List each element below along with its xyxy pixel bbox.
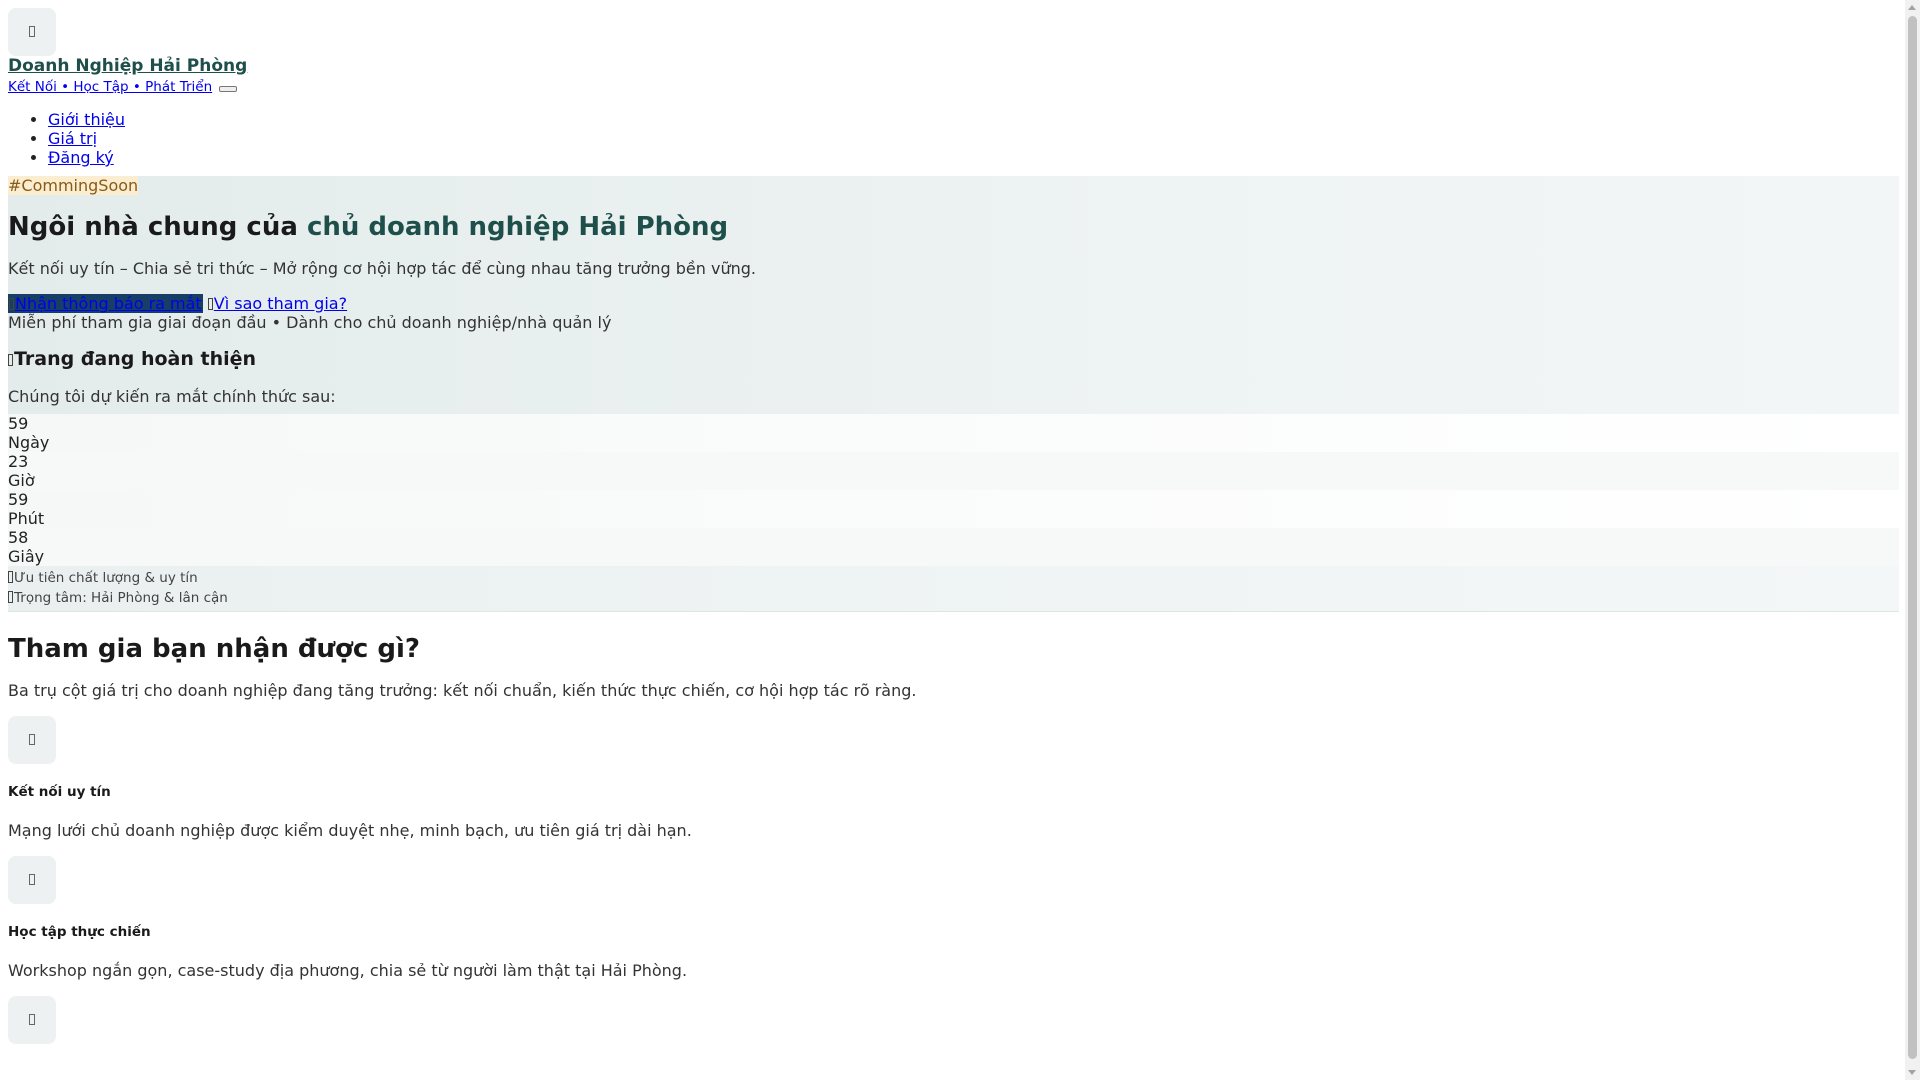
tools-icon	[8, 354, 13, 366]
countdown-hours: 23 Giờ	[8, 452, 1899, 490]
brand-logo-icon[interactable]	[8, 8, 56, 56]
status-title: Trang đang hoàn thiện	[8, 347, 1899, 371]
missing-glyph-icon	[29, 734, 35, 745]
page-scrollbar[interactable]	[1905, 0, 1920, 1080]
nav-item-gia-tri: Giá trị	[48, 129, 1899, 148]
countdown-seconds: 58 Giây	[8, 528, 1899, 566]
benefit-card-learning: Học tập thực chiến Workshop ngắn gọn, ca…	[8, 856, 1899, 982]
scroll-up-icon[interactable]	[1908, 5, 1916, 10]
hero-title-accent: chủ doanh nghiệp Hải Phòng	[306, 212, 729, 242]
countdown-seconds-label: Giây	[8, 547, 45, 566]
nav-item-dang-ky: Đăng ký	[48, 148, 1899, 167]
hero-chips: Ưu tiên chất lượng & uy tín Trọng tâm: H…	[8, 566, 1899, 612]
benefit-card-connect: Kết nối uy tín Mạng lưới chủ doanh nghiệ…	[8, 716, 1899, 842]
benefit-card-title: Kết nối uy tín	[8, 784, 111, 800]
countdown-days: 59 Ngày	[8, 414, 1899, 452]
brand-subtitle-row: Kết Nối • Học Tập • Phát Triển	[8, 76, 1899, 97]
scrollbar-thumb[interactable]	[1908, 16, 1917, 1059]
hero-lead: Kết nối uy tín – Chia sẻ tri thức – Mở r…	[8, 259, 756, 278]
countdown-days-value: 59	[8, 414, 29, 433]
coming-soon-tag: #CommingSoon	[8, 176, 139, 195]
briefcase-icon	[8, 996, 56, 1044]
countdown-minutes-label: Phút	[8, 509, 45, 528]
nav-link-gioi-thieu[interactable]: Giới thiệu	[48, 110, 125, 129]
countdown-hours-label: Giờ	[8, 471, 35, 490]
countdown-minutes-value: 59	[8, 490, 29, 509]
benefits-section: Tham gia bạn nhận được gì? Ba trụ cột gi…	[8, 633, 1899, 1044]
book-icon	[8, 856, 56, 904]
shield-icon	[8, 571, 13, 583]
status-title-text: Trang đang hoàn thiện	[14, 348, 257, 370]
benefits-title: Tham gia bạn nhận được gì?	[8, 634, 420, 664]
site-header: Doanh Nghiệp Hải Phòng Kết Nối • Học Tập…	[8, 8, 1899, 167]
chip-focus: Trọng tâm: Hải Phòng & lân cận	[8, 588, 1899, 608]
cta-row: Nhận thông báo ra mắt Vì sao tham gia?	[8, 294, 1899, 313]
nav-link-dang-ky[interactable]: Đăng ký	[48, 148, 114, 167]
missing-glyph-icon	[29, 1014, 35, 1025]
brand-subtitle[interactable]: Kết Nối • Học Tập • Phát Triển	[8, 78, 212, 97]
countdown-hours-value: 23	[8, 452, 29, 471]
chip-quality: Ưu tiên chất lượng & uy tín	[8, 568, 1899, 588]
missing-glyph-icon	[29, 26, 35, 37]
why-join-label: Vì sao tham gia?	[213, 294, 348, 313]
scroll-down-icon[interactable]	[1908, 1070, 1916, 1075]
main-nav: Giới thiệu Giá trị Đăng ký	[8, 110, 1899, 167]
countdown-seconds-value: 58	[8, 528, 29, 547]
hero-note: Miễn phí tham gia giai đoạn đầu • Dành c…	[8, 313, 612, 332]
bell-icon	[9, 298, 14, 310]
notify-launch-label: Nhận thông báo ra mắt	[15, 294, 202, 313]
notify-launch-button[interactable]: Nhận thông báo ra mắt	[8, 294, 203, 313]
nav-item-gioi-thieu: Giới thiệu	[48, 110, 1899, 129]
countdown: 59 Ngày 23 Giờ 59 Phút 58 Giây	[8, 414, 1899, 566]
launch-text: Chúng tôi dự kiến ra mắt chính thức sau:	[8, 387, 336, 406]
page: Doanh Nghiệp Hải Phòng Kết Nối • Học Tập…	[8, 8, 1899, 1044]
nav-link-gia-tri[interactable]: Giá trị	[48, 129, 97, 148]
chip-focus-text: Trọng tâm: Hải Phòng & lân cận	[14, 590, 228, 606]
benefit-card-title: Học tập thực chiến	[8, 924, 151, 940]
handshake-icon	[8, 716, 56, 764]
countdown-minutes: 59 Phút	[8, 490, 1899, 528]
hero-title: Ngôi nhà chung của chủ doanh nghiệp Hải …	[8, 211, 1899, 243]
hero-section: #CommingSoon Ngôi nhà chung của chủ doan…	[8, 176, 1899, 414]
benefit-card-text: Workshop ngắn gọn, case-study địa phương…	[8, 961, 688, 980]
benefit-card-text: Mạng lưới chủ doanh nghiệp được kiểm duy…	[8, 821, 692, 840]
location-icon	[8, 591, 13, 603]
info-icon	[207, 298, 213, 310]
why-join-link[interactable]: Vì sao tham gia?	[207, 294, 348, 313]
missing-glyph-icon	[29, 874, 35, 885]
brand-title[interactable]: Doanh Nghiệp Hải Phòng	[8, 56, 1899, 76]
benefit-card-opportunity	[8, 996, 1899, 1044]
chip-quality-text: Ưu tiên chất lượng & uy tín	[14, 570, 198, 586]
menu-toggle-button[interactable]	[219, 86, 238, 92]
benefits-subtitle: Ba trụ cột giá trị cho doanh nghiệp đang…	[8, 681, 917, 700]
hero-title-prefix: Ngôi nhà chung của	[8, 212, 307, 242]
countdown-days-label: Ngày	[8, 433, 50, 452]
